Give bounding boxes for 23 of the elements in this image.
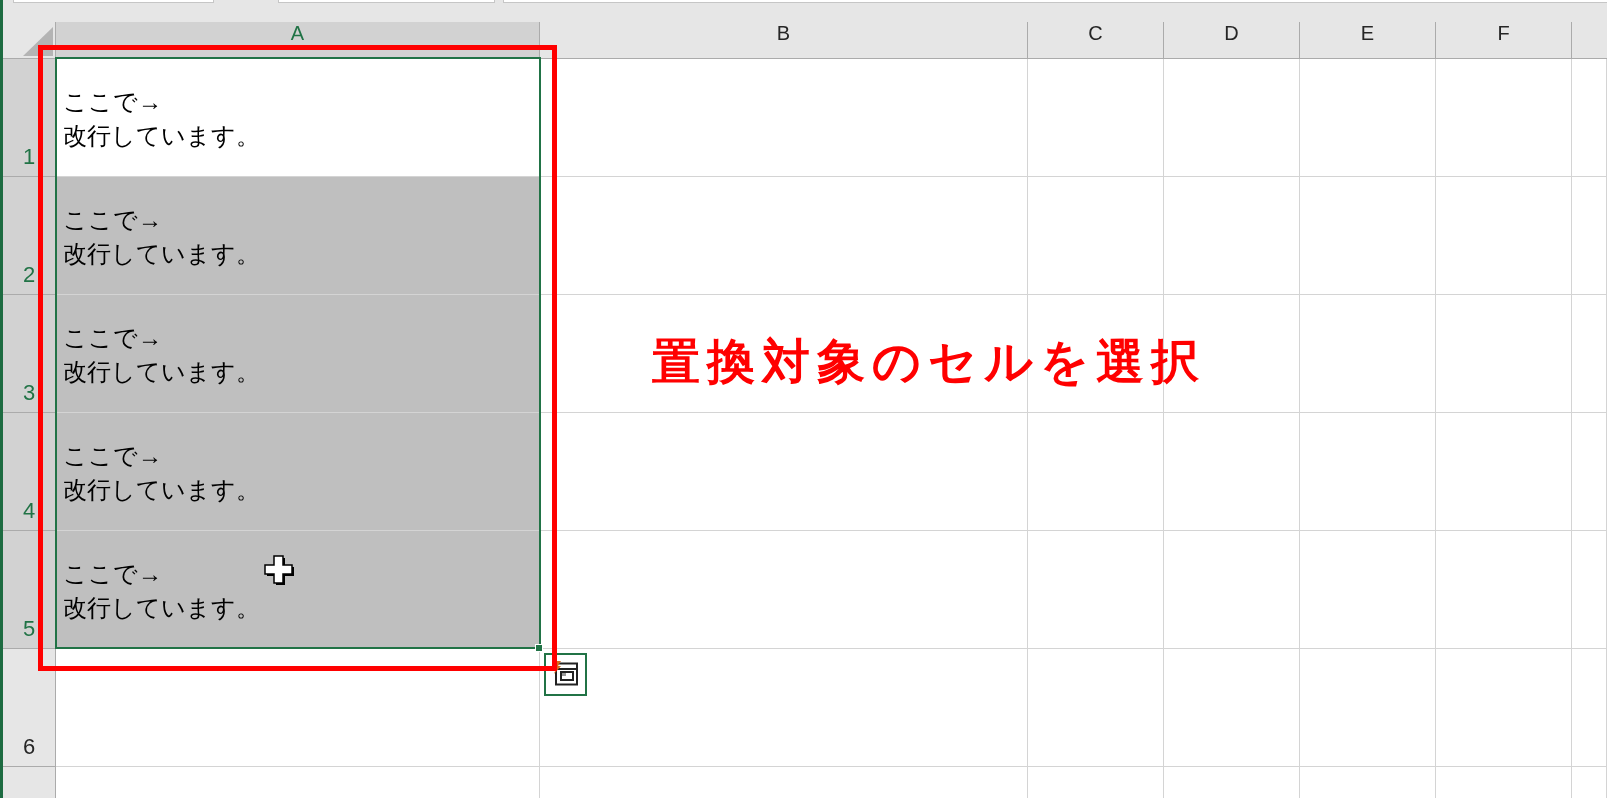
annotation-text: 置換対象のセルを選択 — [652, 338, 1206, 386]
cell-text: ここで→ 改行しています。 — [63, 87, 260, 151]
row-header[interactable]: 6 — [3, 649, 56, 767]
cell-text: ここで→ 改行しています。 — [63, 205, 260, 269]
column-header[interactable] — [1572, 22, 1607, 59]
select-all-button[interactable] — [3, 22, 56, 59]
fill-handle[interactable] — [535, 644, 543, 652]
row-header[interactable] — [3, 767, 56, 798]
column-header[interactable]: B — [540, 22, 1028, 59]
column-header[interactable]: C — [1028, 22, 1164, 59]
input-field[interactable] — [13, 0, 214, 3]
cell-text: ここで→ 改行しています。 — [63, 323, 260, 387]
column-header[interactable]: E — [1300, 22, 1436, 59]
cell-text: ここで→ 改行しています。 — [63, 559, 260, 623]
column-header[interactable]: D — [1164, 22, 1300, 59]
input-field[interactable] — [503, 0, 1607, 3]
cell-text: ここで→ 改行しています。 — [63, 441, 260, 505]
triangle-icon — [23, 27, 53, 56]
cross-cursor-icon — [264, 555, 295, 586]
table-lightning-icon — [552, 661, 579, 688]
input-field[interactable] — [278, 0, 495, 3]
column-header[interactable]: F — [1436, 22, 1572, 59]
quick-analysis-button[interactable] — [544, 653, 587, 696]
